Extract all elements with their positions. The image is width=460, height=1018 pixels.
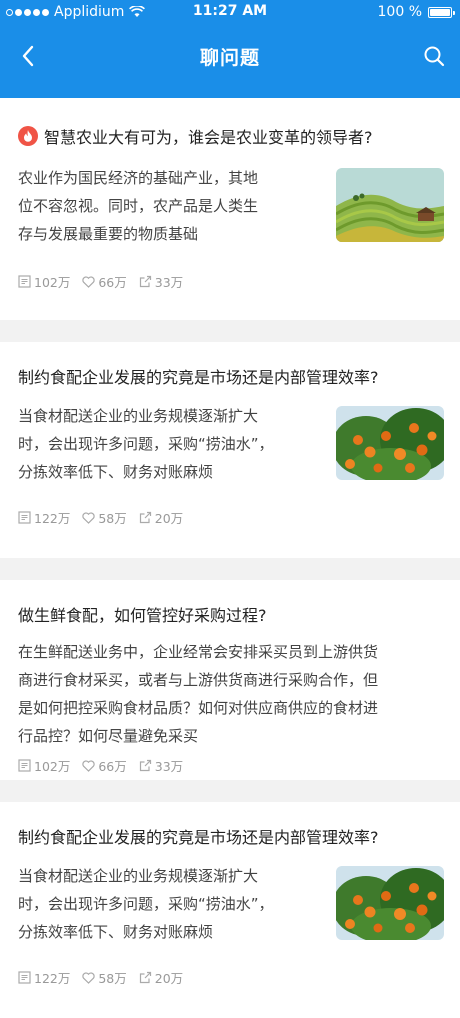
share-count: 33万	[154, 275, 184, 290]
likes-count: 66万	[98, 759, 127, 774]
question-card[interactable]: 制约食配企业发展的究竟是市场还是内部管理效率? 当食材配送企业的业务规模逐渐扩大…	[0, 802, 460, 1018]
nav-bar: 聊问题	[0, 24, 460, 88]
summary-line: 商进行食材采买，或者与上游供货商进行采购合作，但	[18, 671, 379, 689]
likes-count: 58万	[98, 511, 127, 526]
card-title: 智慧农业大有可为，谁会是农业变革的领导者?	[44, 128, 373, 147]
card-summary: 当食材配送企业的业务规模逐渐扩大 时，会出现许多问题，采购“捞油水”， 分拣效率…	[18, 862, 274, 946]
share-stat[interactable]: 33万	[139, 756, 183, 775]
card-stats: 122万 58万 20万	[18, 968, 183, 987]
summary-line: 时，会出现许多问题，采购“捞油水”，	[18, 895, 274, 913]
page-title: 聊问题	[199, 46, 260, 69]
likes-count: 58万	[98, 971, 127, 986]
search-icon	[424, 46, 445, 67]
card-stats: 102万 66万 33万	[18, 756, 183, 775]
card-summary: 农业作为国民经济的基础产业，其地 位不容忽视。同时，农产品是人类生 存与发展最重…	[18, 164, 258, 248]
views-count: 102万	[34, 275, 71, 290]
summary-line: 当食材配送企业的业务规模逐渐扩大	[18, 867, 259, 885]
summary-line: 存与发展最重要的物质基础	[18, 225, 199, 243]
back-button[interactable]	[14, 42, 42, 70]
summary-line: 位不容忽视。同时，农产品是人类生	[18, 197, 259, 215]
heart-icon	[82, 275, 96, 288]
search-button[interactable]	[420, 42, 448, 70]
views-icon	[18, 511, 31, 524]
card-title-row: 智慧农业大有可为，谁会是农业变革的领导者?	[18, 124, 450, 148]
question-card[interactable]: 做生鲜食配，如何管控好采购过程? 在生鲜配送业务中，企业经常会安排采买员到上游供…	[0, 580, 460, 780]
views-count: 122万	[34, 511, 71, 526]
summary-line: 当食材配送企业的业务规模逐渐扩大	[18, 407, 259, 425]
views-icon	[18, 759, 31, 772]
card-divider	[0, 558, 460, 580]
card-thumbnail[interactable]	[336, 866, 444, 940]
heart-icon	[82, 759, 96, 772]
views-stat: 122万	[18, 968, 70, 987]
question-feed: 智慧农业大有可为，谁会是农业变革的领导者? 农业作为国民经济的基础产业，其地 位…	[0, 98, 460, 1018]
likes-stat[interactable]: 58万	[82, 508, 127, 527]
heart-icon	[82, 511, 96, 524]
card-title-row: 做生鲜食配，如何管控好采购过程?	[18, 602, 450, 626]
card-divider	[0, 780, 460, 802]
card-title: 制约食配企业发展的究竟是市场还是内部管理效率?	[18, 368, 379, 387]
chevron-left-icon	[22, 45, 34, 67]
summary-line: 分拣效率低下、财务对账麻烦	[18, 463, 214, 481]
question-card[interactable]: 智慧农业大有可为，谁会是农业变革的领导者? 农业作为国民经济的基础产业，其地 位…	[0, 98, 460, 320]
card-title: 制约食配企业发展的究竟是市场还是内部管理效率?	[18, 828, 379, 847]
battery-icon	[428, 6, 455, 18]
question-card[interactable]: 制约食配企业发展的究竟是市场还是内部管理效率? 当食材配送企业的业务规模逐渐扩大…	[0, 342, 460, 558]
views-stat: 102万	[18, 272, 70, 291]
views-count: 102万	[34, 759, 71, 774]
card-title: 做生鲜食配，如何管控好采购过程?	[18, 606, 267, 625]
likes-stat[interactable]: 66万	[82, 272, 127, 291]
status-time: 11:27 AM	[192, 3, 268, 19]
views-count: 122万	[34, 971, 71, 986]
views-icon	[18, 971, 31, 984]
card-summary: 在生鲜配送业务中，企业经常会安排采买员到上游供货 商进行食材采买，或者与上游供货…	[18, 638, 446, 750]
card-divider	[0, 320, 460, 342]
share-stat[interactable]: 33万	[139, 272, 183, 291]
summary-line: 在生鲜配送业务中，企业经常会安排采买员到上游供货	[18, 643, 379, 661]
card-stats: 122万 58万 20万	[18, 508, 183, 527]
likes-count: 66万	[98, 275, 127, 290]
card-summary: 当食材配送企业的业务规模逐渐扩大 时，会出现许多问题，采购“捞油水”， 分拣效率…	[18, 402, 274, 486]
status-bar: Applidium 11:27 AM 100 %	[0, 0, 460, 24]
share-icon	[139, 275, 151, 288]
share-count: 33万	[154, 759, 184, 774]
share-count: 20万	[154, 971, 184, 986]
card-thumbnail[interactable]	[336, 406, 444, 480]
views-stat: 122万	[18, 508, 70, 527]
share-icon	[139, 511, 151, 524]
app-header: Applidium 11:27 AM 100 % 聊问题	[0, 0, 460, 98]
card-thumbnail[interactable]	[336, 168, 444, 242]
summary-line: 行品控？如何尽量避免采买	[18, 727, 199, 745]
share-stat[interactable]: 20万	[139, 968, 183, 987]
share-count: 20万	[154, 511, 184, 526]
share-stat[interactable]: 20万	[139, 508, 183, 527]
views-stat: 102万	[18, 756, 70, 775]
likes-stat[interactable]: 66万	[82, 756, 127, 775]
share-icon	[139, 971, 151, 984]
summary-line: 时，会出现许多问题，采购“捞油水”，	[18, 435, 274, 453]
card-title-row: 制约食配企业发展的究竟是市场还是内部管理效率?	[18, 364, 450, 388]
share-icon	[139, 759, 151, 772]
card-title-row: 制约食配企业发展的究竟是市场还是内部管理效率?	[18, 824, 450, 848]
likes-stat[interactable]: 58万	[82, 968, 127, 987]
views-icon	[18, 275, 31, 288]
summary-line: 分拣效率低下、财务对账麻烦	[18, 923, 214, 941]
card-stats: 102万 66万 33万	[18, 272, 183, 291]
summary-line: 是如何把控采购食材品质？如何对供应商供应的食材进	[18, 699, 379, 717]
summary-line: 农业作为国民经济的基础产业，其地	[18, 169, 259, 187]
heart-icon	[82, 971, 96, 984]
flame-icon	[18, 126, 38, 146]
